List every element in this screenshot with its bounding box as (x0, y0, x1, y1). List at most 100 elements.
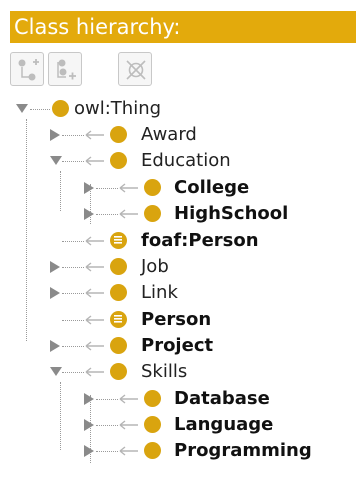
triangle-right-icon (50, 287, 60, 299)
tree-node-award[interactable]: Award (0, 122, 358, 148)
node-label: Project (141, 335, 214, 356)
node-label: Database (174, 388, 270, 409)
class-icon (144, 416, 161, 433)
hierarchy-toolbar (10, 52, 356, 88)
arrow-left-icon (85, 236, 104, 246)
arrow-left-icon (119, 394, 138, 404)
expand-toggle[interactable] (49, 359, 63, 385)
triangle-right-icon (84, 419, 94, 431)
node-label: Language (174, 414, 274, 435)
arrow-left-icon (85, 367, 104, 377)
tree-node-owl-thing[interactable]: owl:Thing (0, 96, 358, 122)
node-label: Skills (141, 361, 188, 382)
class-hierarchy-header: Class hierarchy: (10, 11, 356, 43)
triangle-right-icon (84, 208, 94, 220)
tree-node-project[interactable]: Project (0, 333, 358, 359)
tree-node-highschool[interactable]: HighSchool (0, 201, 358, 227)
expand-toggle[interactable] (15, 96, 29, 122)
tree-connector (62, 267, 84, 268)
node-label: Award (141, 124, 197, 145)
triangle-down-icon (50, 367, 62, 376)
node-label: foaf:Person (141, 230, 259, 251)
arrow-left-icon (85, 130, 104, 140)
tree-node-language[interactable]: Language (0, 412, 358, 438)
tree-connector (96, 425, 118, 426)
tree-connector (62, 320, 84, 321)
tree-connector (96, 399, 118, 400)
node-label: owl:Thing (74, 98, 162, 119)
expand-toggle[interactable] (49, 280, 63, 306)
expand-toggle[interactable] (83, 175, 97, 201)
expand-toggle[interactable] (83, 201, 97, 227)
defined-class-icon (110, 311, 127, 328)
triangle-right-icon (50, 129, 60, 141)
triangle-right-icon (50, 261, 60, 273)
expand-toggle[interactable] (83, 438, 97, 464)
triangle-right-icon (84, 445, 94, 457)
class-icon (52, 100, 69, 117)
arrow-left-icon (119, 420, 138, 430)
tree-node-education[interactable]: Education (0, 148, 358, 174)
class-icon (144, 179, 161, 196)
expand-toggle[interactable] (83, 386, 97, 412)
delete-class-button[interactable] (118, 52, 152, 86)
tree-node-job[interactable]: Job (0, 254, 358, 280)
node-label: Education (141, 150, 231, 171)
triangle-right-icon (50, 340, 60, 352)
arrow-left-icon (85, 315, 104, 325)
tree-connector (62, 135, 84, 136)
class-icon (110, 337, 127, 354)
arrow-left-icon (119, 183, 138, 193)
class-icon (144, 390, 161, 407)
class-icon (110, 126, 127, 143)
tree-node-programming[interactable]: Programming (0, 438, 358, 464)
delete-class-icon (126, 60, 146, 80)
class-icon (144, 205, 161, 222)
tree-connector (62, 293, 84, 294)
class-icon (144, 442, 161, 459)
node-label: Job (141, 256, 169, 277)
class-icon (110, 363, 127, 380)
add-subclass-button[interactable] (10, 52, 44, 86)
class-icon (110, 284, 127, 301)
node-label: Person (141, 309, 212, 330)
expand-toggle[interactable] (49, 333, 63, 359)
tree-node-database[interactable]: Database (0, 386, 358, 412)
expand-toggle[interactable] (49, 254, 63, 280)
arrow-left-icon (85, 156, 104, 166)
expand-toggle[interactable] (83, 412, 97, 438)
tree-node-college[interactable]: College (0, 175, 358, 201)
node-label: Programming (174, 440, 312, 461)
panel-title: Class hierarchy: (14, 15, 181, 39)
tree-connector (96, 214, 118, 215)
tree-connector (30, 109, 50, 110)
tree-connector (62, 372, 84, 373)
add-sibling-button[interactable] (48, 52, 82, 86)
node-label: HighSchool (174, 203, 289, 224)
tree-connector (96, 451, 118, 452)
expand-toggle[interactable] (49, 122, 63, 148)
triangle-right-icon (84, 182, 94, 194)
triangle-right-icon (84, 393, 94, 405)
tree-node-foaf-person[interactable]: foaf:Person (0, 228, 358, 254)
tree-node-person[interactable]: Person (0, 307, 358, 333)
class-tree: owl:Thing Award Education College HighSc… (0, 96, 358, 466)
tree-connector (62, 241, 84, 242)
node-label: Link (141, 282, 178, 303)
arrow-left-icon (119, 446, 138, 456)
node-label: College (174, 177, 250, 198)
arrow-left-icon (85, 262, 104, 272)
tree-connector (62, 161, 84, 162)
tree-node-skills[interactable]: Skills (0, 359, 358, 385)
add-sibling-icon (57, 59, 76, 80)
tree-connector (96, 188, 118, 189)
arrow-left-icon (85, 288, 104, 298)
add-subclass-icon (18, 59, 39, 81)
arrow-left-icon (119, 209, 138, 219)
defined-class-icon (110, 232, 127, 249)
tree-node-link[interactable]: Link (0, 280, 358, 306)
tree-connector (62, 346, 84, 347)
class-icon (110, 152, 127, 169)
expand-toggle[interactable] (49, 148, 63, 174)
triangle-down-icon (50, 156, 62, 165)
